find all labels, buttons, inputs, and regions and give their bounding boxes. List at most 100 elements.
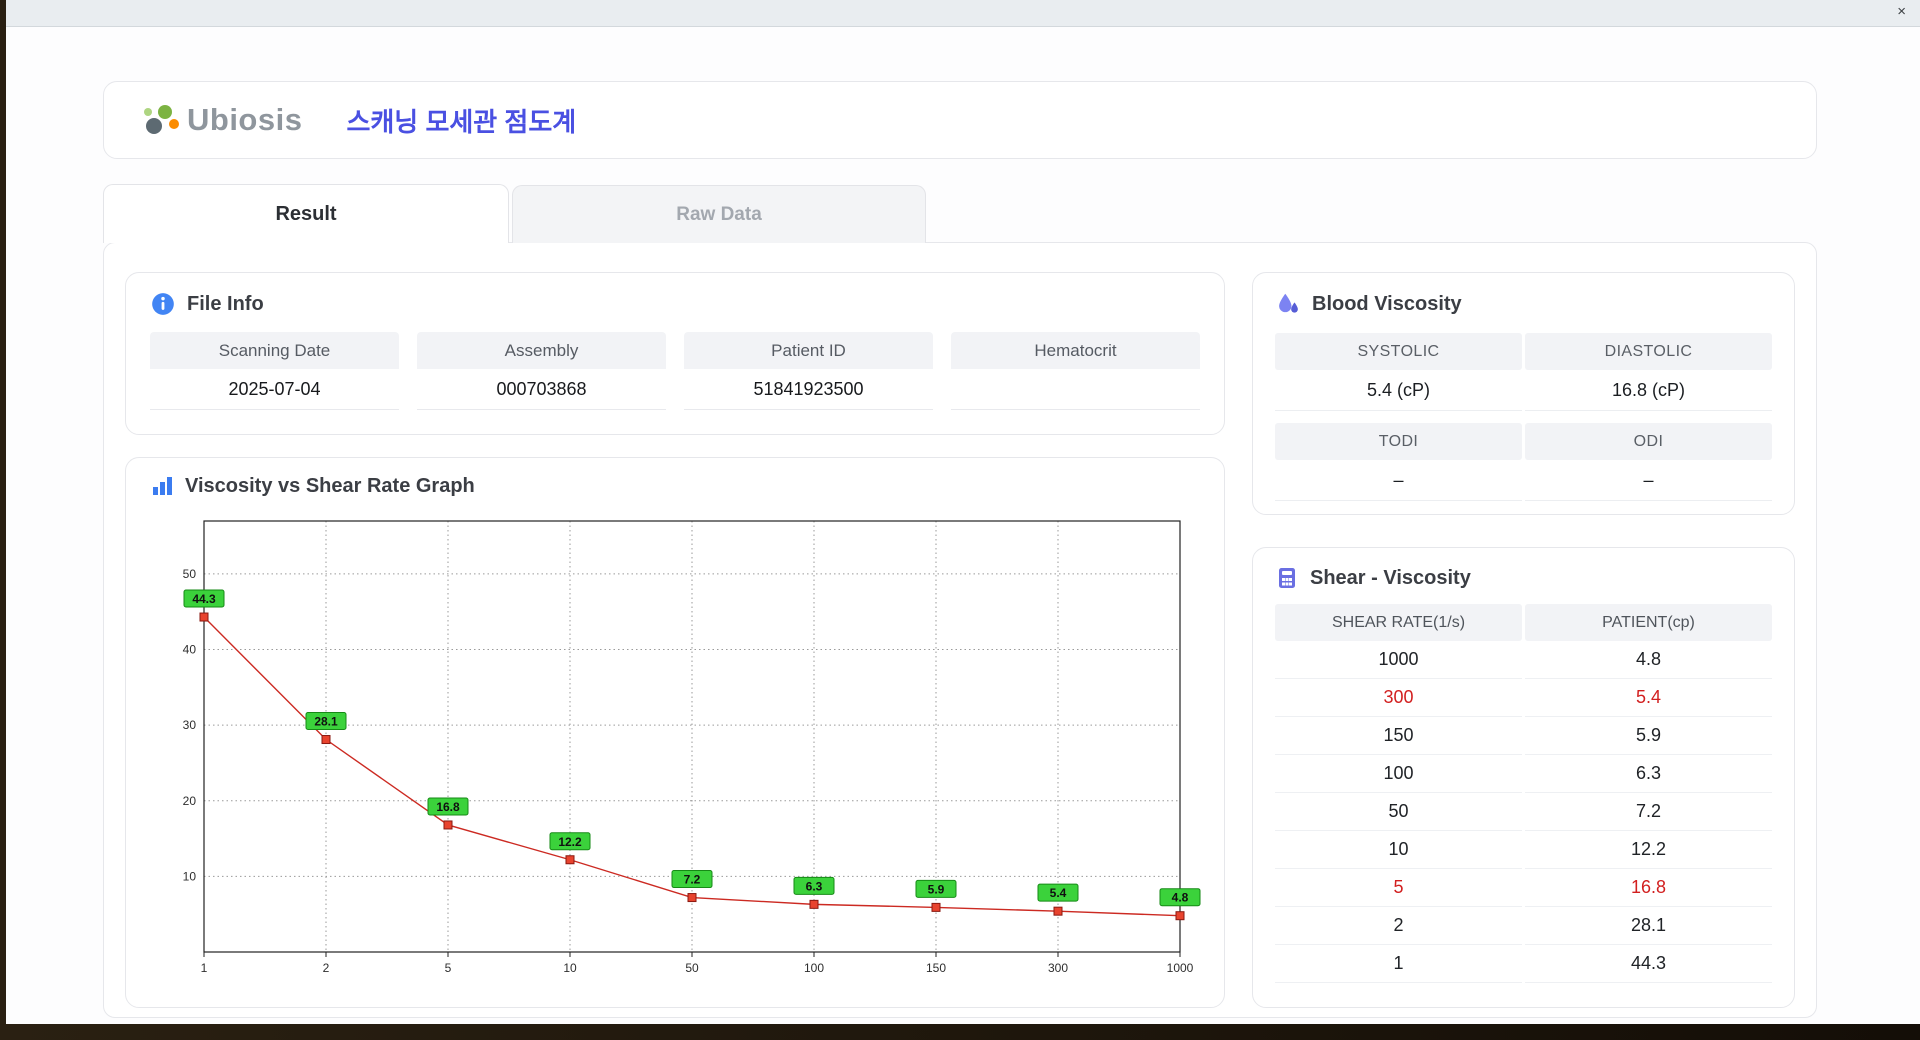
svg-text:1: 1	[201, 961, 208, 975]
viscosity-chart: 10 20 30 40 50 1 2 5 10 50 100 150 300 1000 44.3 28.1 16…	[150, 506, 1214, 981]
file-field-hematocrit: Hematocrit	[951, 332, 1200, 410]
shear-viscosity-title-row: Shear - Viscosity	[1275, 566, 1772, 590]
file-info-card: File Info Scanning Date 2025-07-04 Assembl…	[125, 272, 1225, 435]
file-field-assembly: Assembly 000703868	[417, 332, 666, 410]
field-label: Patient ID	[684, 332, 933, 369]
patient-viscosity-cell: 5.4	[1525, 679, 1772, 717]
bv-value-todi: –	[1275, 460, 1522, 501]
file-info-fields: Scanning Date 2025-07-04 Assembly 000703868…	[150, 332, 1200, 410]
graph-title: Viscosity vs Shear Rate Graph	[185, 474, 475, 497]
field-label: Assembly	[417, 332, 666, 369]
field-label: Hematocrit	[951, 332, 1200, 369]
svg-text:44.3: 44.3	[192, 592, 216, 606]
svg-text:5.4: 5.4	[1050, 886, 1067, 900]
shear-rate-cell: 1000	[1275, 641, 1522, 679]
shear-rate-cell: 300	[1275, 679, 1522, 717]
shear-rate-cell: 2	[1275, 907, 1522, 945]
svg-text:5: 5	[445, 961, 452, 975]
bv-header-row: SYSTOLIC DIASTOLIC	[1275, 333, 1772, 370]
svg-text:7.2: 7.2	[684, 873, 701, 887]
shear-viscosity-card: Shear - Viscosity SHEAR RATE(1/s) PATIENT…	[1252, 547, 1795, 1008]
bv-header-row: TODI ODI	[1275, 423, 1772, 460]
water-drop-icon	[1275, 291, 1301, 317]
ubiosis-logo-mark-icon	[142, 99, 184, 141]
shear-rate-cell: 5	[1275, 869, 1522, 907]
bv-value-systolic: 5.4 (cP)	[1275, 370, 1522, 411]
table-header-row: SHEAR RATE(1/s) PATIENT(cp)	[1275, 604, 1772, 641]
bv-value-row: – –	[1275, 460, 1772, 501]
table-row: 1 44.3	[1275, 945, 1772, 983]
svg-text:5.9: 5.9	[928, 882, 945, 896]
patient-viscosity-cell: 6.3	[1525, 755, 1772, 793]
field-label: Scanning Date	[150, 332, 399, 369]
patient-viscosity-cell: 12.2	[1525, 831, 1772, 869]
svg-text:50: 50	[183, 567, 197, 581]
tab-raw-data[interactable]: Raw Data	[512, 185, 926, 243]
bv-header-todi: TODI	[1275, 423, 1522, 460]
blood-viscosity-title-row: Blood Viscosity	[1275, 291, 1772, 317]
patient-viscosity-cell: 4.8	[1525, 641, 1772, 679]
tab-bar: Result Raw Data	[103, 184, 926, 243]
field-value: 000703868	[417, 369, 666, 410]
column-header-shear-rate-1-s: SHEAR RATE(1/s)	[1275, 604, 1522, 641]
file-field-patient-id: Patient ID 51841923500	[684, 332, 933, 410]
svg-text:16.8: 16.8	[436, 800, 460, 814]
svg-text:300: 300	[1048, 961, 1068, 975]
svg-text:1000: 1000	[1167, 961, 1194, 975]
svg-text:12.2: 12.2	[558, 835, 582, 849]
page-title: 스캐닝 모세관 점도계	[346, 106, 577, 137]
svg-text:4.8: 4.8	[1172, 891, 1189, 905]
calculator-icon	[1275, 566, 1299, 590]
viscosity-graph-card: Viscosity vs Shear Rate Graph 10 20 30 40 50…	[125, 457, 1225, 1008]
blood-viscosity-card: Blood Viscosity SYSTOLIC DIASTOLIC 5.4 (cP…	[1252, 272, 1795, 515]
patient-viscosity-cell: 5.9	[1525, 717, 1772, 755]
svg-text:28.1: 28.1	[314, 715, 338, 729]
svg-text:2: 2	[323, 961, 330, 975]
blood-viscosity-grid: SYSTOLIC DIASTOLIC 5.4 (cP) 16.8 (cP) TODI OD…	[1275, 333, 1772, 501]
svg-text:30: 30	[183, 718, 197, 732]
shear-rate-cell: 100	[1275, 755, 1522, 793]
table-row: 10 12.2	[1275, 831, 1772, 869]
app-header-card: Ubiosis 스캐닝 모세관 점도계	[103, 81, 1817, 159]
shear-rate-cell: 10	[1275, 831, 1522, 869]
bv-value-row: 5.4 (cP) 16.8 (cP)	[1275, 370, 1772, 411]
bv-header-odi: ODI	[1525, 423, 1772, 460]
svg-text:50: 50	[685, 961, 699, 975]
table-row: 100 6.3	[1275, 755, 1772, 793]
tab-result[interactable]: Result	[103, 184, 509, 243]
bv-header-systolic: SYSTOLIC	[1275, 333, 1522, 370]
patient-viscosity-cell: 7.2	[1525, 793, 1772, 831]
patient-viscosity-cell: 28.1	[1525, 907, 1772, 945]
field-value: 2025-07-04	[150, 369, 399, 410]
shear-rate-cell: 50	[1275, 793, 1522, 831]
svg-text:6.3: 6.3	[806, 879, 823, 893]
app-window: × Ubiosis 스캐닝 모세관 점도계 Result Raw Data Fi…	[6, 0, 1920, 1024]
svg-text:150: 150	[926, 961, 946, 975]
field-value	[951, 369, 1200, 410]
file-field-scanning-date: Scanning Date 2025-07-04	[150, 332, 399, 410]
file-info-title: File Info	[187, 292, 264, 315]
graph-title-row: Viscosity vs Shear Rate Graph	[150, 474, 1214, 498]
window-titlebar: ×	[6, 0, 1920, 27]
field-value: 51841923500	[684, 369, 933, 410]
bv-value-diastolic: 16.8 (cP)	[1525, 370, 1772, 411]
bv-value-odi: –	[1525, 460, 1772, 501]
shear-rate-cell: 1	[1275, 945, 1522, 983]
shear-viscosity-table: SHEAR RATE(1/s) PATIENT(cp) 1000 4.8 300 5.4 1…	[1275, 604, 1772, 983]
blood-viscosity-title: Blood Viscosity	[1312, 292, 1462, 315]
file-info-title-row: File Info	[150, 291, 1200, 317]
table-row: 150 5.9	[1275, 717, 1772, 755]
patient-viscosity-cell: 16.8	[1525, 869, 1772, 907]
column-header-patient-cp: PATIENT(cp)	[1525, 604, 1772, 641]
svg-text:100: 100	[804, 961, 824, 975]
ubiosis-logo: Ubiosis	[142, 99, 302, 141]
shear-viscosity-title: Shear - Viscosity	[1310, 566, 1471, 589]
shear-rate-cell: 150	[1275, 717, 1522, 755]
table-row: 50 7.2	[1275, 793, 1772, 831]
table-row: 5 16.8	[1275, 869, 1772, 907]
patient-viscosity-cell: 44.3	[1525, 945, 1772, 983]
svg-text:10: 10	[183, 869, 197, 883]
bar-chart-icon	[150, 474, 174, 498]
close-icon[interactable]: ×	[1897, 4, 1906, 19]
